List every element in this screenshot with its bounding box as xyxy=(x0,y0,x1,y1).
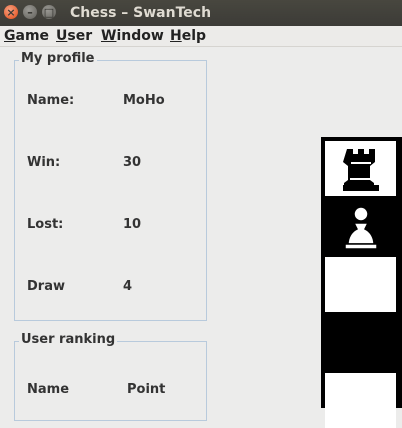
profile-name-value: MoHo xyxy=(123,93,165,108)
board-square[interactable] xyxy=(325,141,396,196)
minimize-window-button[interactable]: – xyxy=(23,5,37,19)
close-window-button[interactable]: × xyxy=(4,5,18,19)
ranking-point-header: Point xyxy=(127,382,166,397)
maximize-window-button[interactable]: □ xyxy=(42,5,56,19)
board-square[interactable] xyxy=(325,199,396,254)
profile-draw-value: 4 xyxy=(123,279,133,294)
menu-game[interactable]: Game xyxy=(4,28,49,44)
menu-bar: Game User Window Help xyxy=(0,26,402,47)
window-titlebar: × – □ Chess – SwanTech xyxy=(0,0,402,26)
profile-win-label: Win: xyxy=(27,155,61,170)
board-square[interactable] xyxy=(325,257,396,312)
ranking-name-header: Name xyxy=(27,382,70,397)
profile-draw-label: Draw xyxy=(27,279,65,294)
board-square[interactable] xyxy=(325,315,396,370)
white-pawn-icon xyxy=(343,205,378,250)
profile-lost-value: 10 xyxy=(123,217,142,232)
menu-user[interactable]: User xyxy=(56,28,92,44)
menu-window[interactable]: Window xyxy=(101,28,164,44)
profile-name-label: Name: xyxy=(27,93,75,108)
profile-lost-label: Lost: xyxy=(27,217,64,232)
window-title: Chess – SwanTech xyxy=(70,5,212,21)
chess-board xyxy=(321,137,402,428)
profile-win-value: 30 xyxy=(123,155,142,170)
ranking-panel: User ranking xyxy=(14,332,207,421)
menu-help[interactable]: Help xyxy=(170,28,206,44)
ranking-panel-title: User ranking xyxy=(19,332,118,347)
black-rook-icon xyxy=(342,148,379,191)
profile-panel-title: My profile xyxy=(19,51,97,66)
board-square[interactable] xyxy=(325,373,396,428)
